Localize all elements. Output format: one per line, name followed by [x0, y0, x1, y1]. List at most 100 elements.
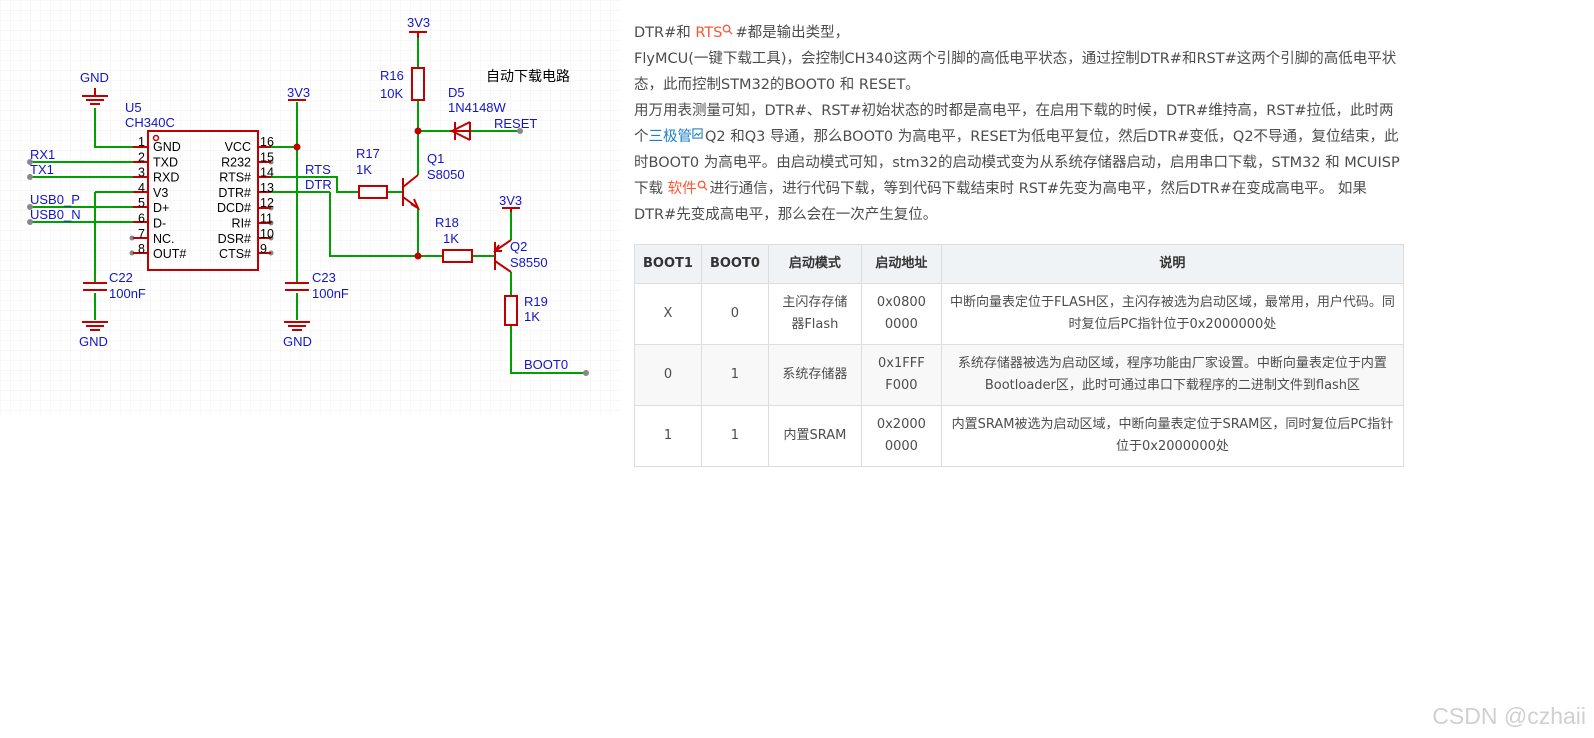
- para3-part-c: 进行通信，进行代码下载，等到代码下载结束时 RST#先变为高电平，然后DTR#在…: [634, 181, 1367, 223]
- cell-boot0: 1: [700, 405, 769, 467]
- u5-pin-name: OUT#: [153, 247, 186, 261]
- u5-pin-name: RTS#: [219, 171, 251, 185]
- cell-mode: 系统存储器: [767, 344, 862, 406]
- cell-description: 内置SRAM被选为启动区域，中断向量表定位于SRAM区，同时复位后PC指针位于0…: [940, 405, 1405, 467]
- r16-val: 10K: [380, 86, 403, 101]
- r17-ref: R17: [356, 146, 380, 161]
- table-row: X 0 主闪存存储器Flash 0x0800 0000 中断向量表定位于FLAS…: [634, 283, 1405, 345]
- u5-right-pins: 16 VCC 15 R232 14 RTS# 13 DTR# 12 DCD# 11 RI# 10 DSR#…: [217, 135, 274, 261]
- table-row: 0 1 系统存储器 0x1FFF F000 系统存储器被选为启动区域，程序功能由…: [634, 344, 1405, 406]
- u5-part: CH340C: [125, 115, 175, 130]
- cell-boot1: X: [634, 283, 702, 345]
- u5-pin-number: 15: [260, 150, 274, 164]
- col-header-address: 启动地址: [860, 244, 942, 284]
- u5-pin-name: CTS#: [219, 247, 251, 261]
- u5-pin-name: D+: [153, 201, 169, 215]
- image-search-icon[interactable]: [692, 128, 703, 139]
- cell-address: 0x2000 0000: [860, 405, 942, 467]
- d5-val: 1N4148W: [448, 100, 507, 115]
- para-flymcu: FlyMCU(一键下载工具)，会控制CH340这两个引脚的高低电平状态，通过控制…: [634, 51, 1397, 93]
- csdn-watermark: CSDN @czhaii: [1432, 703, 1586, 729]
- v33-label-2: 3V3: [407, 15, 430, 30]
- u5-pin-number: 4: [138, 181, 145, 195]
- u5-pin-number: 12: [260, 196, 274, 210]
- cell-boot0: 1: [700, 344, 769, 406]
- u5-pin-number: 8: [138, 242, 145, 256]
- u5-pin-number: 16: [260, 135, 274, 149]
- keyword-rts-link[interactable]: RTS: [695, 25, 722, 41]
- col-header-boot0: BOOT0: [700, 244, 769, 284]
- u5-pin-name: R232: [221, 155, 251, 169]
- boot-mode-table: BOOT1 BOOT0 启动模式 启动地址 说明 X 0 主闪存存储器Flash…: [634, 244, 1405, 467]
- u5-pin-number: 3: [138, 166, 145, 180]
- net-usb-n: USB0_N: [30, 207, 81, 222]
- cell-boot0: 0: [700, 283, 769, 345]
- cell-address: 0x1FFF F000: [860, 344, 942, 406]
- d5-ref: D5: [448, 85, 465, 100]
- table-row: 1 1 内置SRAM 0x2000 0000 内置SRAM被选为启动区域，中断向…: [634, 405, 1405, 467]
- u5-pin-name: DTR#: [218, 186, 251, 200]
- q1-val: S8050: [427, 167, 465, 182]
- q1-ref: Q1: [427, 151, 444, 166]
- keyword-transistor-link[interactable]: 三极管: [649, 129, 693, 145]
- u5-pin-number: 7: [138, 227, 145, 241]
- r19-ref: R19: [524, 294, 548, 309]
- cell-description: 中断向量表定位于FLASH区，主闪存被选为启动区域，最常用，用户代码。同时复位后…: [940, 283, 1405, 345]
- search-icon[interactable]: [722, 24, 733, 35]
- cell-boot1: 0: [634, 344, 702, 406]
- article-text: DTR#和 RTS #都是输出类型， FlyMCU(一键下载工具)，会控制CH34…: [634, 20, 1404, 228]
- search-icon-2[interactable]: [697, 180, 708, 191]
- u5-pin-name: VCC: [225, 140, 251, 154]
- u5-pin-number: 11: [260, 212, 273, 226]
- u5-pin-number: 9: [260, 242, 267, 256]
- gnd-label-top: GND: [80, 70, 109, 85]
- r19-val: 1K: [524, 309, 540, 324]
- u5-pin-name: DCD#: [217, 201, 251, 215]
- col-header-boot1: BOOT1: [634, 244, 702, 284]
- cell-mode: 主闪存存储器Flash: [767, 283, 862, 345]
- c22-ref: C22: [109, 270, 133, 285]
- cell-description: 系统存储器被选为启动区域，程序功能由厂家设置。中断向量表定位于内置Bootloa…: [940, 344, 1405, 406]
- para1-prefix: DTR#和: [634, 25, 696, 41]
- col-header-description: 说明: [940, 244, 1405, 284]
- cell-mode: 内置SRAM: [767, 405, 862, 467]
- para1-suffix: #都是输出类型，: [735, 25, 850, 41]
- u5-pin-name: TXD: [153, 155, 178, 169]
- q2-val: S8550: [510, 255, 548, 270]
- u5-pin-number: 6: [138, 212, 145, 226]
- u5-ref: U5: [125, 100, 142, 115]
- gnd-label-c22: GND: [79, 334, 108, 349]
- u5-pin-name: D-: [153, 217, 166, 231]
- col-header-mode: 启动模式: [767, 244, 862, 284]
- net-dtr: DTR: [305, 177, 332, 192]
- u5-pin-name: RXD: [153, 171, 179, 185]
- gnd-label-c23: GND: [283, 334, 312, 349]
- r18-val: 1K: [443, 231, 459, 246]
- u5-pin-number: 14: [260, 166, 274, 180]
- para-measure: 用万用表测量可知，DTR#、RST#初始状态的时都是高电平，在启用下载的时候，D…: [634, 98, 1404, 228]
- r17-val: 1K: [356, 162, 372, 177]
- u5-pin-name: RI#: [232, 217, 252, 231]
- u5-pin-number: 5: [138, 196, 145, 210]
- v33-label-3: 3V3: [499, 193, 522, 208]
- u5-pin-number: 13: [260, 181, 274, 195]
- r16-ref: R16: [380, 68, 404, 83]
- auto-download-schematic: GND U5 CH340C RX1 TX1 USB0_P USB0_N 3V3 …: [0, 0, 620, 415]
- u5-pin-name: GND: [153, 140, 181, 154]
- keyword-software-link[interactable]: 软件: [668, 181, 697, 197]
- cell-address: 0x0800 0000: [860, 283, 942, 345]
- cell-boot1: 1: [634, 405, 702, 467]
- c22-val: 100nF: [109, 286, 146, 301]
- v33-label-1: 3V3: [287, 85, 310, 100]
- schematic-title: 自动下载电路: [486, 68, 570, 84]
- net-rx1: RX1: [30, 147, 55, 162]
- net-usb-p: USB0_P: [30, 192, 80, 207]
- u5-pin-number: 1: [138, 135, 145, 149]
- c23-ref: C23: [312, 270, 336, 285]
- u5-pin-name: NC.: [153, 232, 175, 246]
- u5-pin-number: 10: [260, 227, 274, 241]
- q2-ref: Q2: [510, 239, 527, 254]
- u5-pin-name: V3: [153, 186, 168, 200]
- table-header-row: BOOT1 BOOT0 启动模式 启动地址 说明: [634, 244, 1405, 284]
- u5-pin-name: DSR#: [218, 232, 251, 246]
